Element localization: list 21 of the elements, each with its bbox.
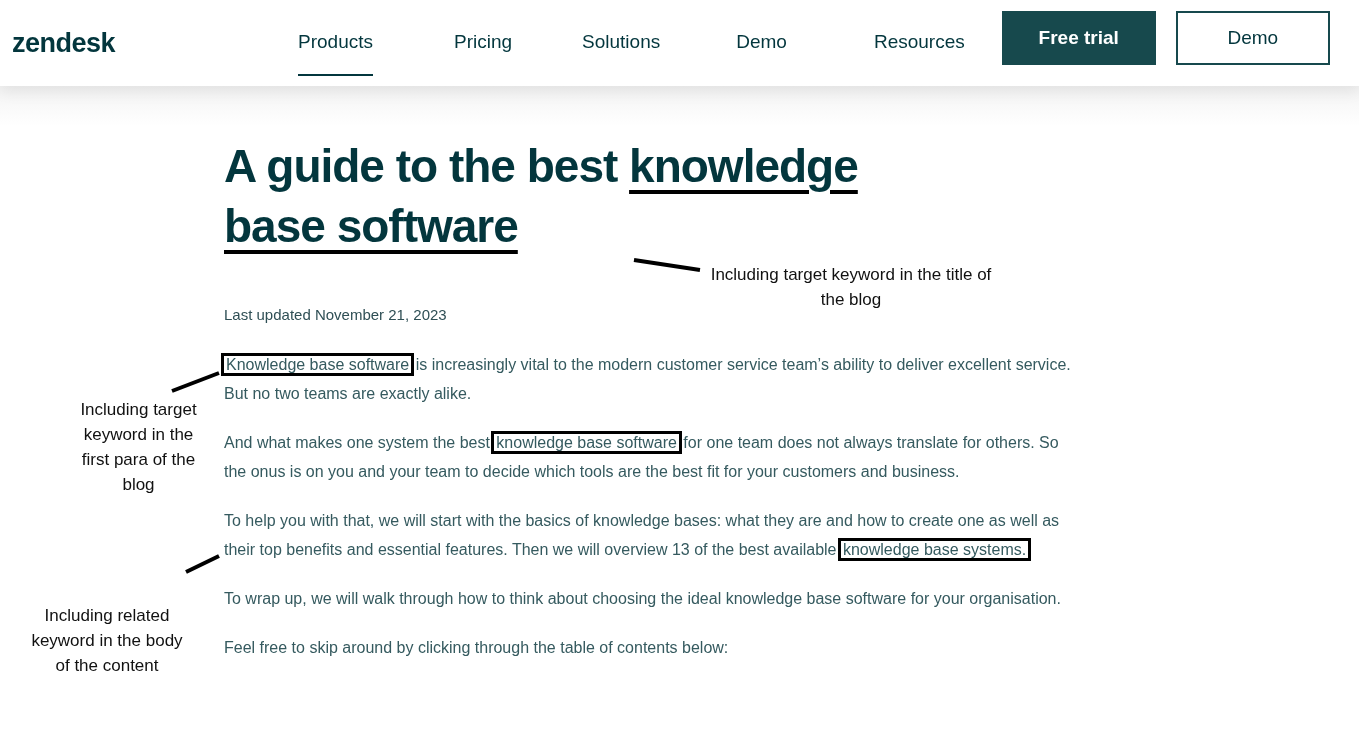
body-paragraph: Feel free to skip around by clicking through the table of contents below:	[224, 638, 730, 658]
zendesk-logo[interactable]: zendesk	[12, 27, 298, 59]
leader-line	[633, 258, 701, 272]
nav-link[interactable]: Pricing	[454, 10, 513, 76]
body-paragraph: To help you with that, we will start with the basics of knowledge bases: what they are and how to create one as well as their top benefits and essential features. Then we will overview 13 of the best available knowledge base systems.	[224, 506, 1084, 564]
leader-line	[185, 554, 220, 574]
nav-link[interactable]: Demo	[736, 10, 787, 76]
nav-link[interactable]: Products	[298, 10, 373, 76]
leader-line	[171, 371, 220, 393]
body-paragraph: To wrap up, we will walk through how to think about choosing the ideal knowledge base software for your organisation.	[224, 589, 1062, 609]
body-paragraph: Knowledge base software is increasingly vital to the modern customer service team’s ability to deliver excellent service. But no two teams are exactly alike.	[224, 350, 1084, 408]
annotation-note: Including related keyword in the body of the content	[30, 605, 184, 677]
last-updated-date: Last updated November 21, 2023	[224, 306, 448, 323]
free-trial-button[interactable]: Free trial	[1001, 11, 1156, 65]
body-paragraph: And what makes one system the best knowledge base software for one team does not always translate for others. So the onus is on you and your team to decide which tools are the best fit for your customers and business.	[224, 428, 1084, 486]
nav-link[interactable]: Solutions	[582, 10, 661, 76]
article-title: A guide to the best knowledge base software	[224, 139, 859, 254]
annotation-note: Including target keyword in the first para of the blog	[79, 399, 198, 496]
nav-link[interactable]: Resources	[873, 10, 965, 76]
demo-button[interactable]: Demo	[1175, 11, 1330, 65]
annotation-note: Including target keyword in the title of the blog	[709, 264, 993, 311]
